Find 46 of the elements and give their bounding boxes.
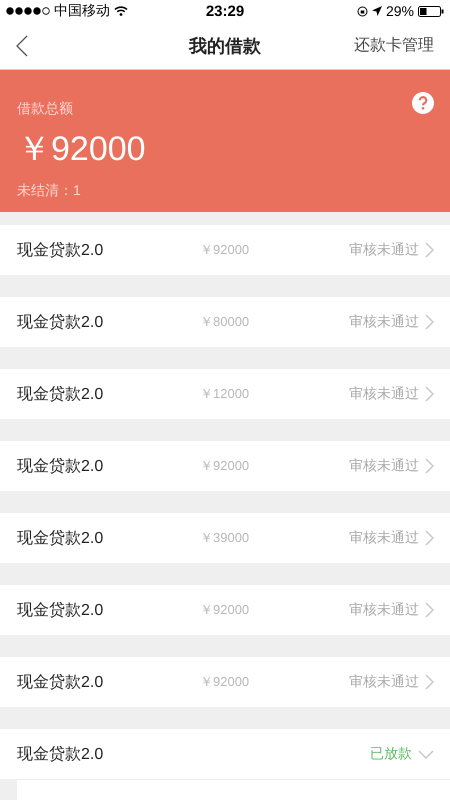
loan-row[interactable]: 现金贷款2.0 ￥12000 审核未通过 [0,369,450,419]
loan-name: 现金贷款2.0 [17,600,104,620]
loan-row[interactable]: 现金贷款2.0 ￥92000 审核未通过 [0,585,450,635]
loan-row[interactable]: 现金贷款2.0 ￥80000 审核未通过 [0,297,450,347]
loan-status: 审核未通过 [349,385,419,403]
chevron-left-icon [16,34,28,56]
summary-label: 借款总额 [17,100,73,118]
loan-status: 审核未通过 [349,601,419,619]
help-icon[interactable] [412,92,434,114]
battery-percent: 29% [386,3,414,19]
repayment-card-link[interactable]: 还款卡管理 [354,35,434,56]
unsettled-count: 未结清：1 [17,182,82,200]
loan-status: 审核未通过 [349,529,419,547]
signal-icon [6,7,50,15]
loan-status: 已放款 [370,745,412,763]
location-arrow-icon [372,6,382,16]
loan-name: 现金贷款2.0 [17,528,104,548]
loan-status: 审核未通过 [349,457,419,475]
loan-status: 审核未通过 [349,241,419,259]
loan-row[interactable]: 现金贷款2.0 已放款 [0,729,450,779]
clock-time: 23:29 [206,2,244,20]
loan-name: 现金贷款2.0 [17,240,104,260]
loan-amount: ￥92000 [200,673,250,691]
loan-name: 现金贷款2.0 [17,456,104,476]
loan-row[interactable]: 现金贷款2.0 ￥39000 审核未通过 [0,513,450,563]
loan-amount: ￥92000 [200,601,250,619]
loan-amount: ￥12000 [200,385,250,403]
wifi-icon [114,6,128,16]
battery-icon [418,6,444,16]
rotation-lock-icon [356,6,368,16]
loan-name: 现金贷款2.0 [17,384,104,404]
page-title: 我的借款 [189,34,261,58]
loan-name: 现金贷款2.0 [17,744,104,764]
loan-name: 现金贷款2.0 [17,672,104,692]
loan-amount: ￥92000 [200,457,250,475]
loan-amount: ￥39000 [200,529,250,547]
loan-amount: ￥92000 [200,241,250,259]
total-amount: ￥92000 [17,129,147,170]
loan-row[interactable]: 现金贷款2.0 ￥92000 审核未通过 [0,441,450,491]
loan-row[interactable]: 现金贷款2.0 ￥92000 审核未通过 [0,657,450,707]
loan-status: 审核未通过 [349,673,419,691]
loan-amount: ￥80000 [200,313,250,331]
loan-name: 现金贷款2.0 [17,312,104,332]
carrier-name: 中国移动 [54,2,110,20]
loan-status: 审核未通过 [349,313,419,331]
loan-row[interactable]: 现金贷款2.0 ￥92000 审核未通过 [0,225,450,275]
